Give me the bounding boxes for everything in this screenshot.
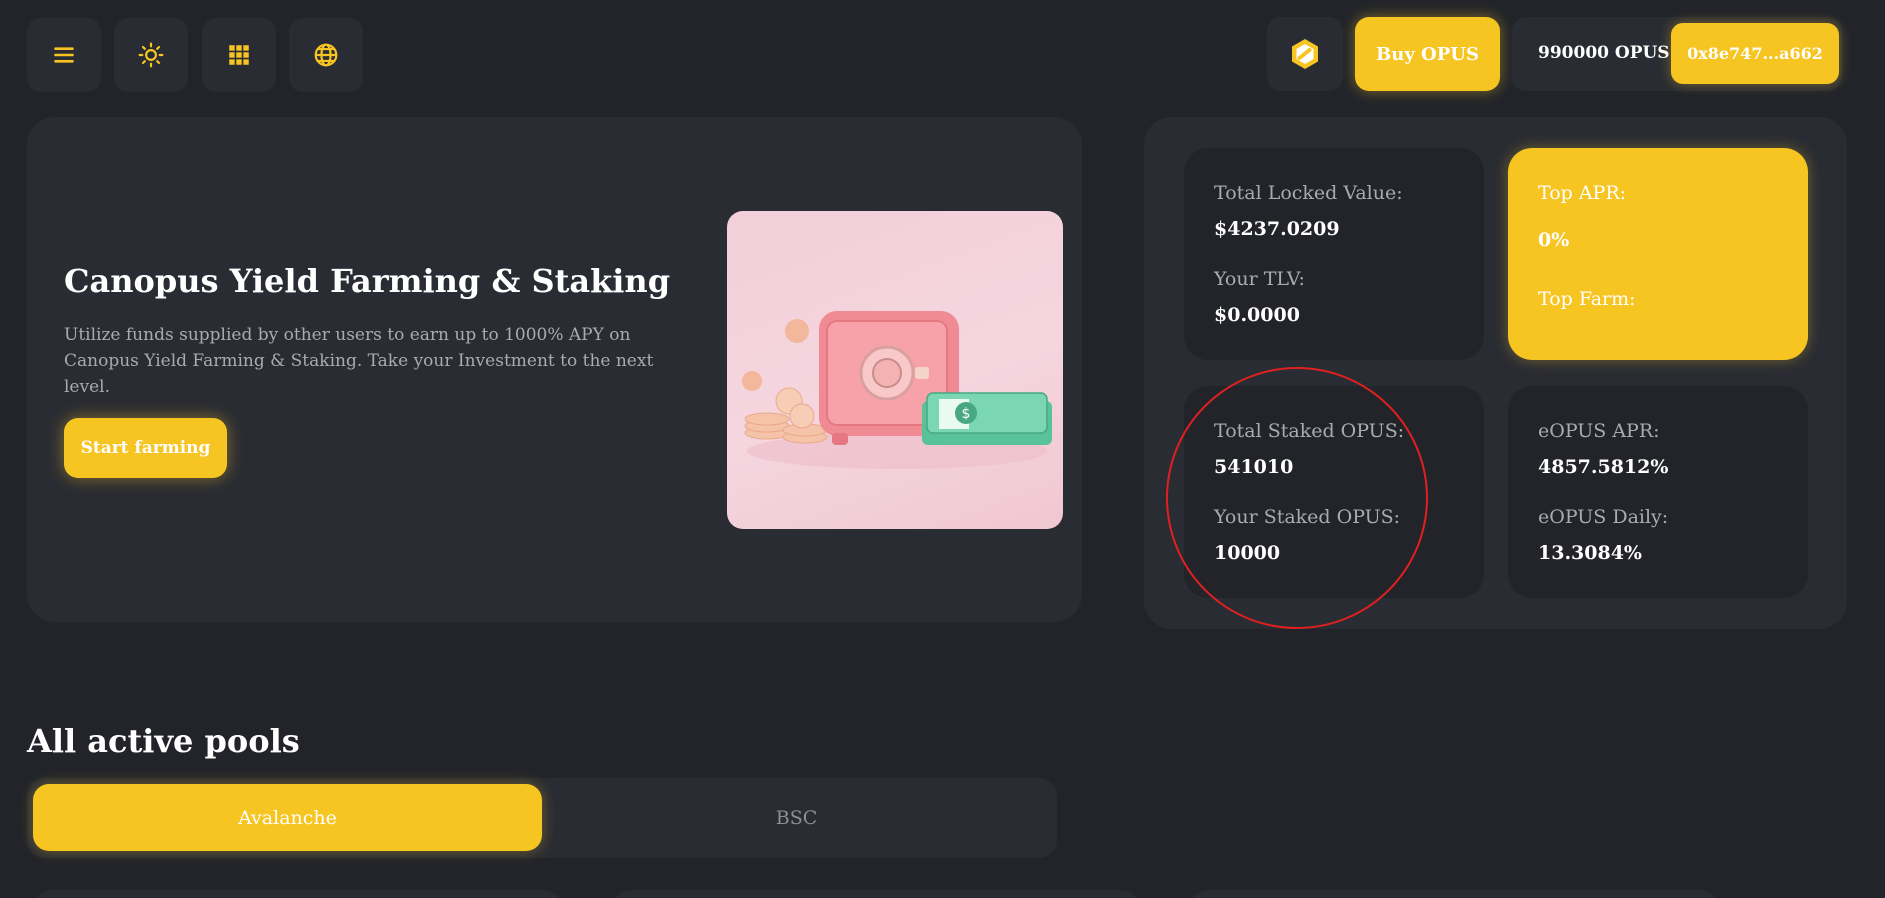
apps-button[interactable]: [202, 18, 276, 92]
locked-value-card: Total Locked Value: $4237.0209 Your TLV:…: [1184, 148, 1484, 360]
eopus-daily-label: eOPUS Daily:: [1538, 506, 1669, 528]
top-farm-label: Top Farm:: [1538, 288, 1636, 310]
theme-toggle-button[interactable]: [114, 18, 188, 92]
hero-description: Utilize funds supplied by other users to…: [64, 325, 654, 397]
total-staked-label: Total Staked OPUS:: [1214, 420, 1405, 442]
pool-card[interactable]: [34, 890, 562, 898]
your-staked-label: Your Staked OPUS:: [1214, 506, 1401, 528]
sun-icon: [138, 42, 164, 68]
pools-title: All active pools: [27, 722, 300, 760]
total-staked-value: 541010: [1214, 456, 1294, 478]
network-tabs: Avalanche BSC: [27, 778, 1057, 858]
eopus-apr-value: 4857.5812%: [1538, 456, 1669, 478]
tab-bsc[interactable]: BSC: [542, 784, 1051, 851]
eopus-card: eOPUS APR: 4857.5812% eOPUS Daily: 13.30…: [1508, 386, 1808, 598]
start-farming-button[interactable]: Start farming: [64, 418, 227, 478]
safe-illustration: $: [727, 211, 1063, 529]
token-balance: 990000 OPUS: [1538, 43, 1670, 63]
top-apr-value: 0%: [1538, 229, 1570, 251]
hero-title: Canopus Yield Farming & Staking: [64, 262, 671, 300]
top-apr-label: Top APR:: [1538, 182, 1627, 204]
your-tlv-value: $0.0000: [1214, 304, 1300, 326]
grid-icon: [229, 45, 249, 65]
your-tlv-label: Your TLV:: [1214, 268, 1305, 290]
hamburger-icon: [54, 47, 74, 63]
wallet-address-button[interactable]: 0x8e747...a662: [1671, 23, 1839, 84]
opus-token-icon: [1292, 39, 1318, 69]
svg-text:$: $: [962, 406, 971, 422]
token-logo-button[interactable]: [1267, 17, 1343, 91]
eopus-daily-value: 13.3084%: [1538, 542, 1642, 564]
top-apr-card: Top APR: 0% Top Farm:: [1508, 148, 1808, 360]
your-staked-value: 10000: [1214, 542, 1281, 564]
tab-avalanche[interactable]: Avalanche: [33, 784, 542, 851]
eopus-apr-label: eOPUS APR:: [1538, 420, 1660, 442]
pool-card[interactable]: [1190, 890, 1718, 898]
pool-card[interactable]: [612, 890, 1140, 898]
staked-card: Total Staked OPUS: 541010 Your Staked OP…: [1184, 386, 1484, 598]
language-button[interactable]: [289, 18, 363, 92]
buy-opus-button[interactable]: Buy OPUS: [1355, 17, 1500, 91]
total-locked-label: Total Locked Value:: [1214, 182, 1403, 204]
total-locked-value: $4237.0209: [1214, 218, 1340, 240]
globe-icon: [314, 43, 338, 67]
menu-button[interactable]: [27, 18, 101, 92]
